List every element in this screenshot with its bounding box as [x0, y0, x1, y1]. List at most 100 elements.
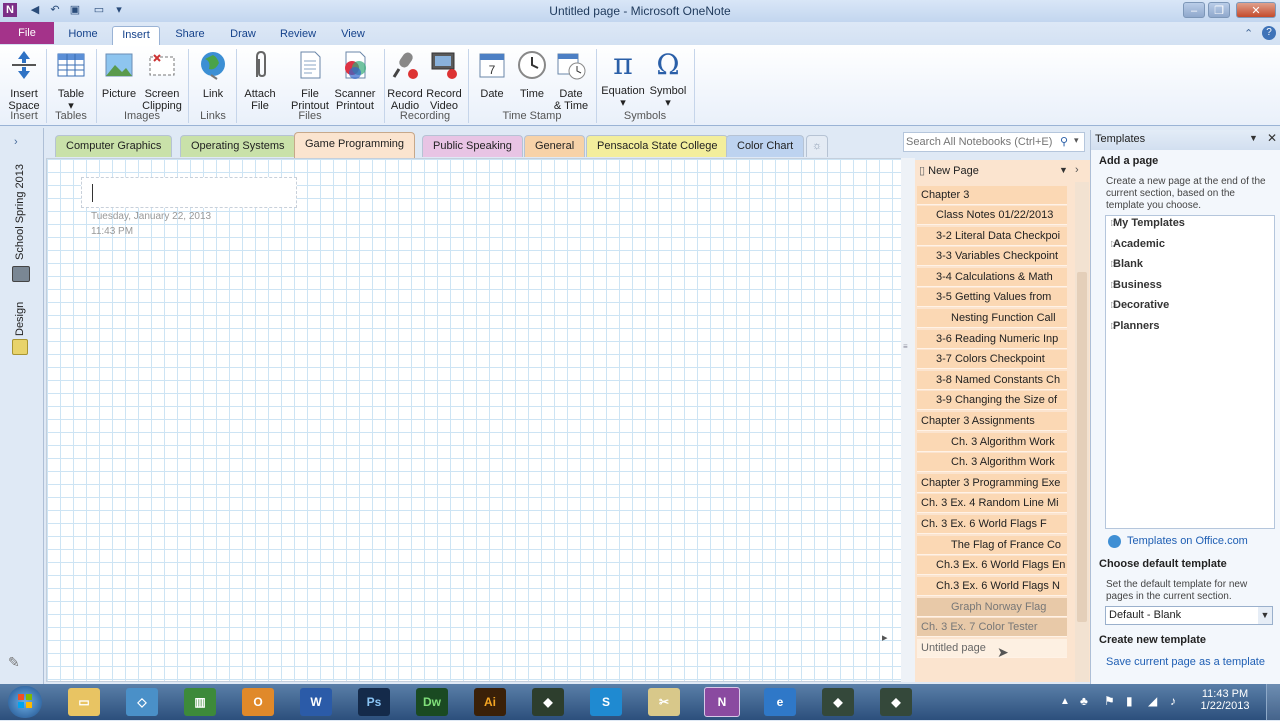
search-icon[interactable]: ⚲: [1060, 135, 1068, 148]
link-button[interactable]: Link: [194, 49, 232, 100]
minimize-button[interactable]: –: [1183, 2, 1205, 18]
internet-explorer-taskbar-icon[interactable]: e: [764, 688, 796, 716]
page-list-scrollbar[interactable]: [1075, 182, 1089, 682]
word-taskbar-icon[interactable]: W: [300, 688, 332, 716]
category-business[interactable]: Business: [1113, 279, 1162, 291]
new-page-button[interactable]: ▯ New Page: [919, 164, 979, 177]
page-item[interactable]: Ch. 3 Ex. 7 Color Tester: [917, 618, 1067, 637]
page-tab-toggle-icon[interactable]: ▸: [882, 631, 888, 644]
tray-app-icon[interactable]: ♣: [1080, 694, 1088, 708]
page-item[interactable]: Chapter 3 Assignments: [917, 412, 1067, 431]
power-icon[interactable]: ▮: [1126, 694, 1133, 708]
photoshop-taskbar-icon[interactable]: Ps: [358, 688, 390, 716]
tab-share[interactable]: Share: [168, 26, 212, 45]
page-item[interactable]: 3-2 Literal Data Checkpoi: [917, 227, 1067, 246]
scanner-printout-button[interactable]: Scanner Printout: [332, 49, 378, 112]
maximize-button[interactable]: ❐: [1208, 2, 1230, 18]
show-desktop-button[interactable]: [1266, 684, 1280, 720]
category-academic[interactable]: Academic: [1113, 238, 1165, 250]
clock[interactable]: 11:43 PM 1/22/2013: [1194, 688, 1256, 712]
search-scope-dropdown-icon[interactable]: ▾: [1074, 135, 1079, 146]
category-decorative[interactable]: Decorative: [1113, 299, 1169, 311]
page-canvas[interactable]: Tuesday, January 22, 2013 11:43 PM ▸: [46, 158, 913, 682]
page-item[interactable]: Chapter 3 Programming Exe: [917, 474, 1067, 493]
chevron-down-icon[interactable]: ▼: [1258, 607, 1272, 624]
record-audio-button[interactable]: Record Audio: [386, 49, 424, 112]
file-printout-button[interactable]: File Printout: [288, 49, 332, 112]
page-item[interactable]: Ch.3 Ex. 6 World Flags N: [917, 577, 1067, 596]
section-tab-game-programming[interactable]: Game Programming: [294, 132, 416, 158]
page-item[interactable]: 3-5 Getting Values from: [917, 288, 1067, 307]
category-my-templates[interactable]: My Templates: [1113, 217, 1185, 229]
section-tab-operating-systems[interactable]: Operating Systems: [180, 135, 296, 157]
equation-button[interactable]: π Equation ▾: [600, 49, 646, 110]
default-template-select[interactable]: Default - Blank ▼: [1105, 606, 1273, 625]
network-taskbar-icon[interactable]: ◇: [126, 688, 158, 716]
tab-view[interactable]: View: [332, 26, 374, 45]
category-blank[interactable]: Blank: [1113, 258, 1143, 270]
page-item[interactable]: Ch. 3 Ex. 6 World Flags F: [917, 515, 1067, 534]
game-app-taskbar-icon[interactable]: ◆: [532, 688, 564, 716]
game-maker-taskbar-icon[interactable]: ◆: [822, 688, 854, 716]
page-item[interactable]: Ch. 3 Ex. 4 Random Line Mi: [917, 494, 1067, 513]
tab-file[interactable]: File: [0, 22, 54, 44]
tab-insert[interactable]: Insert: [112, 26, 160, 45]
page-item[interactable]: 3-9 Changing the Size of: [917, 391, 1067, 410]
page-item[interactable]: Ch. 3 Algorithm Work: [917, 433, 1067, 452]
volume-icon[interactable]: ♪: [1170, 694, 1176, 708]
action-center-icon[interactable]: ⚑: [1104, 694, 1115, 708]
page-scrollbar[interactable]: ≡: [901, 158, 915, 682]
new-section-icon[interactable]: ☼: [806, 135, 828, 157]
notebook-school-spring-2013[interactable]: School Spring 2013: [14, 160, 26, 260]
expand-navigation-icon[interactable]: ›: [14, 136, 18, 148]
section-tab-color-chart[interactable]: Color Chart: [726, 135, 805, 157]
insert-space-button[interactable]: Insert Space: [4, 49, 44, 112]
notepad-taskbar-icon[interactable]: ▥: [184, 688, 216, 716]
screen-tool-taskbar-icon[interactable]: ✂: [648, 688, 680, 716]
search-input[interactable]: [906, 134, 1056, 150]
close-button[interactable]: ✕: [1236, 2, 1276, 18]
page-item[interactable]: Ch. 3 Algorithm Work: [917, 453, 1067, 472]
picture-button[interactable]: Picture: [100, 49, 138, 100]
time-button[interactable]: Time: [512, 49, 552, 100]
page-item[interactable]: 3-8 Named Constants Ch: [917, 371, 1067, 390]
page-item[interactable]: Class Notes 01/22/2013: [917, 206, 1067, 225]
page-item-dragging[interactable]: Graph Norway Flag: [917, 598, 1067, 617]
game-maker-2-taskbar-icon[interactable]: ◆: [880, 688, 912, 716]
tab-home[interactable]: Home: [60, 26, 106, 45]
notebook-design[interactable]: Design: [14, 296, 26, 336]
notebook-design-icon[interactable]: [12, 339, 28, 355]
onenote-taskbar-icon[interactable]: N: [704, 687, 740, 717]
collapse-page-tabs-icon[interactable]: ›: [1075, 164, 1079, 176]
section-tab-general[interactable]: General: [524, 135, 586, 157]
templates-on-office-link[interactable]: Templates on Office.com: [1127, 535, 1248, 547]
section-tab-pensacola-state-college[interactable]: Pensacola State College: [586, 135, 729, 157]
pane-options-icon[interactable]: ▼: [1249, 133, 1258, 143]
page-list-scroll-thumb[interactable]: [1077, 272, 1087, 622]
save-as-template-link[interactable]: Save current page as a template: [1106, 656, 1265, 668]
page-item[interactable]: Chapter 3: [917, 186, 1067, 205]
illustrator-taskbar-icon[interactable]: Ai: [474, 688, 506, 716]
screen-clipping-button[interactable]: Screen Clipping: [140, 49, 184, 112]
notebook-icon[interactable]: [12, 266, 30, 282]
outlook-taskbar-icon[interactable]: O: [242, 688, 274, 716]
page-item[interactable]: 3-6 Reading Numeric Inp: [917, 330, 1067, 349]
skype-taskbar-icon[interactable]: S: [590, 688, 622, 716]
close-pane-icon[interactable]: ✕: [1267, 131, 1277, 145]
page-item[interactable]: 3-4 Calculations & Math: [917, 268, 1067, 287]
unfiled-notes-icon[interactable]: ✎: [8, 654, 20, 671]
network-signal-icon[interactable]: ◢: [1148, 694, 1157, 708]
explorer-taskbar-icon[interactable]: ▭: [68, 688, 100, 716]
tab-review[interactable]: Review: [274, 26, 322, 45]
page-item[interactable]: 3-3 Variables Checkpoint: [917, 247, 1067, 266]
notification-chevron-icon[interactable]: ▲: [1060, 696, 1070, 707]
section-tab-public-speaking[interactable]: Public Speaking: [422, 135, 523, 157]
page-item[interactable]: Nesting Function Call: [917, 309, 1067, 328]
date-and-time-button[interactable]: Date & Time: [551, 49, 591, 112]
date-button[interactable]: 7 Date: [472, 49, 512, 100]
minimize-ribbon-icon[interactable]: ⌃: [1244, 27, 1253, 40]
help-icon[interactable]: ?: [1262, 26, 1276, 40]
category-planners[interactable]: Planners: [1113, 320, 1159, 332]
page-item[interactable]: Ch.3 Ex. 6 World Flags En: [917, 556, 1067, 575]
tab-draw[interactable]: Draw: [222, 26, 264, 45]
